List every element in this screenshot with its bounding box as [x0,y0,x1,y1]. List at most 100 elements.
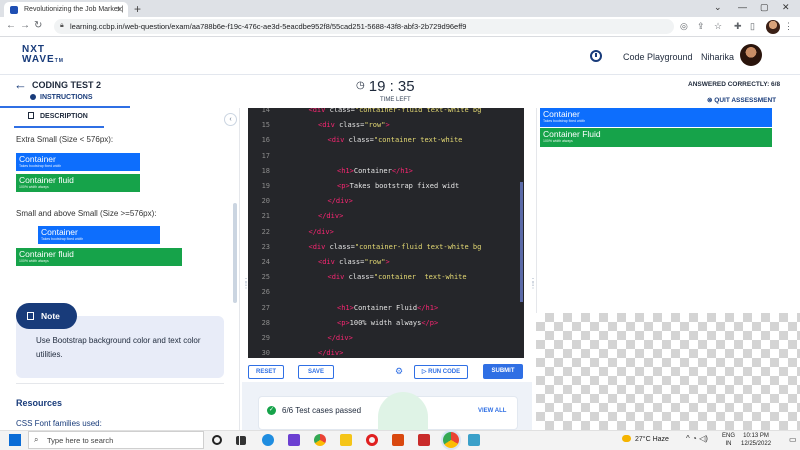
browser-profile-avatar[interactable] [766,20,780,34]
tab-title: Revolutionizing the Job Market | [24,6,124,13]
preview-container-text: Takes bootstrap fixed width [543,119,586,123]
code-line: <h1>Container</h1> [337,166,413,175]
preview-fluid-block: Container Fluid 100% width always [540,128,772,147]
run-code-button[interactable]: ▷ RUN CODE [414,365,468,379]
office-alt-icon[interactable] [418,434,430,446]
code-line: <div class="container text-white [327,136,463,145]
save-button[interactable]: SAVE [298,365,334,379]
document-icon [28,112,34,119]
taskbar-search[interactable]: ⌕ Type here to search [28,431,204,449]
sm-fluid-heading: Container fluid [19,249,74,259]
menu-dots-icon[interactable]: ⋮ [784,21,793,32]
preview-container-block: Container Takes bootstrap fixed width [540,108,772,127]
quit-label: QUIT ASSESSMENT [714,97,777,104]
chrome-icon[interactable] [314,434,326,446]
xs-label: Extra Small (Size < 576px): [16,135,114,144]
line-number: 27 [261,303,270,312]
office-icon[interactable] [392,434,404,446]
left-scrollbar[interactable] [233,203,237,303]
line-number-gutter: 14 15 16 17 18 19 20 21 22 23 24 25 26 27 28 29 30 [248,108,274,358]
xs-fluid-heading: Container fluid [19,175,74,185]
chrome-active-icon[interactable] [443,432,459,448]
description-underline [14,126,104,128]
volume-icon[interactable]: ◁) [699,434,708,443]
user-name[interactable]: Niharika [701,52,734,62]
line-number: 14 [261,108,270,114]
note-pill: Note [16,303,77,329]
sm-fluid-text: 100% width always [19,259,49,263]
transparent-background-area [536,313,800,430]
user-avatar[interactable] [740,44,762,66]
reload-icon[interactable]: ↻ [34,20,42,31]
xs-fluid-demo: Container fluid 100% width always [16,174,140,192]
store-icon[interactable] [288,434,300,446]
file-explorer-icon[interactable] [340,434,352,446]
collapse-panel-button[interactable]: ‹ [224,113,237,126]
test-title: CODING TEST 2 [32,80,102,90]
weather-haze-icon [622,435,631,442]
code-line: </div> [318,212,344,221]
app-icon[interactable] [468,434,480,446]
stopwatch-icon[interactable] [590,50,602,62]
code-editor[interactable]: 14 15 16 17 18 19 20 21 22 23 24 25 26 27 28 29 30 <div … [248,108,524,358]
chevron-down-icon[interactable]: ⌄ [714,2,722,13]
lock-icon: 🔒︎ [60,22,64,29]
view-all-button[interactable]: VIEW ALL [478,408,506,414]
sidebar-icon[interactable]: ▯ [750,21,755,32]
browser-tab[interactable]: Revolutionizing the Job Market | ✕ [4,2,128,17]
windows-start-icon[interactable] [9,434,21,446]
code-line: <div class="row"> [318,258,390,266]
new-tab-icon[interactable]: + [134,2,141,16]
code-line: <div class="container-fluid text-white b… [308,108,482,114]
nxtwave-logo[interactable]: NXT WAVETM [22,45,64,66]
edge-icon[interactable] [262,434,274,446]
instructions-label: INSTRUCTIONS [40,94,93,101]
settings-gear-icon[interactable]: ⚙ [395,366,403,377]
share-icon[interactable]: ⇪ [697,21,705,32]
language-indicator[interactable]: ENG IN [722,432,735,448]
description-tab[interactable]: DESCRIPTION [10,112,100,120]
line-number: 28 [261,318,270,327]
forward-icon[interactable]: → [20,20,30,31]
editor-scrollbar[interactable] [520,182,523,302]
check-circle-icon: ✓ [267,406,276,415]
back-arrow-icon[interactable]: ← [14,77,27,92]
submit-button[interactable]: SUBMIT [483,364,523,379]
run-code-label: RUN CODE [428,369,461,375]
maximize-icon[interactable]: ▢ [760,2,769,13]
google-lens-icon[interactable]: ◎ [680,21,688,32]
info-icon [30,94,36,100]
tray-chevron-icon[interactable]: ^ [686,434,690,443]
code-line: <div class="row"> [318,121,390,130]
weather-widget[interactable]: 27°C Haze [622,435,669,443]
line-number: 18 [261,166,270,175]
code-playground-link[interactable]: Code Playground [623,52,693,62]
lang-primary: ENG [722,433,736,439]
system-tray[interactable]: ^ ◔ ◁) [686,434,708,443]
quit-assessment-button[interactable]: ⊗ QUIT ASSESSMENT [707,96,776,104]
cortana-icon[interactable] [212,435,222,445]
search-icon: ⌕ [34,435,39,444]
bookmark-star-icon[interactable]: ☆ [714,21,722,32]
reset-button[interactable]: RESET [248,365,284,379]
line-number: 20 [261,197,270,206]
extensions-icon[interactable]: ✚ [734,21,742,32]
xs-container-heading: Container [19,154,56,164]
instructions-tab[interactable]: INSTRUCTIONS [30,94,93,101]
notification-icon[interactable]: ▭ [789,435,797,444]
url-field[interactable]: 🔒︎ learning.ccbp.in/web-question/exam/aa… [54,19,674,34]
opera-icon[interactable] [366,434,378,446]
minimize-icon[interactable]: — [738,2,747,12]
divider [16,383,224,384]
close-window-icon[interactable]: ✕ [782,2,790,13]
clock-date[interactable]: 10:13 PM 12/25/2022 [741,432,771,448]
clock-date-value: 12/25/2022 [741,441,772,447]
line-number: 19 [261,182,270,190]
task-view-icon[interactable] [236,436,246,445]
wifi-icon[interactable]: ◔ [692,434,697,443]
back-icon[interactable]: ← [6,20,16,31]
xs-container-demo: Container Takes bootstrap fixed width [16,153,140,171]
line-number: 25 [261,273,270,282]
note-title: Note [41,311,60,321]
close-tab-icon[interactable]: ✕ [116,5,123,14]
